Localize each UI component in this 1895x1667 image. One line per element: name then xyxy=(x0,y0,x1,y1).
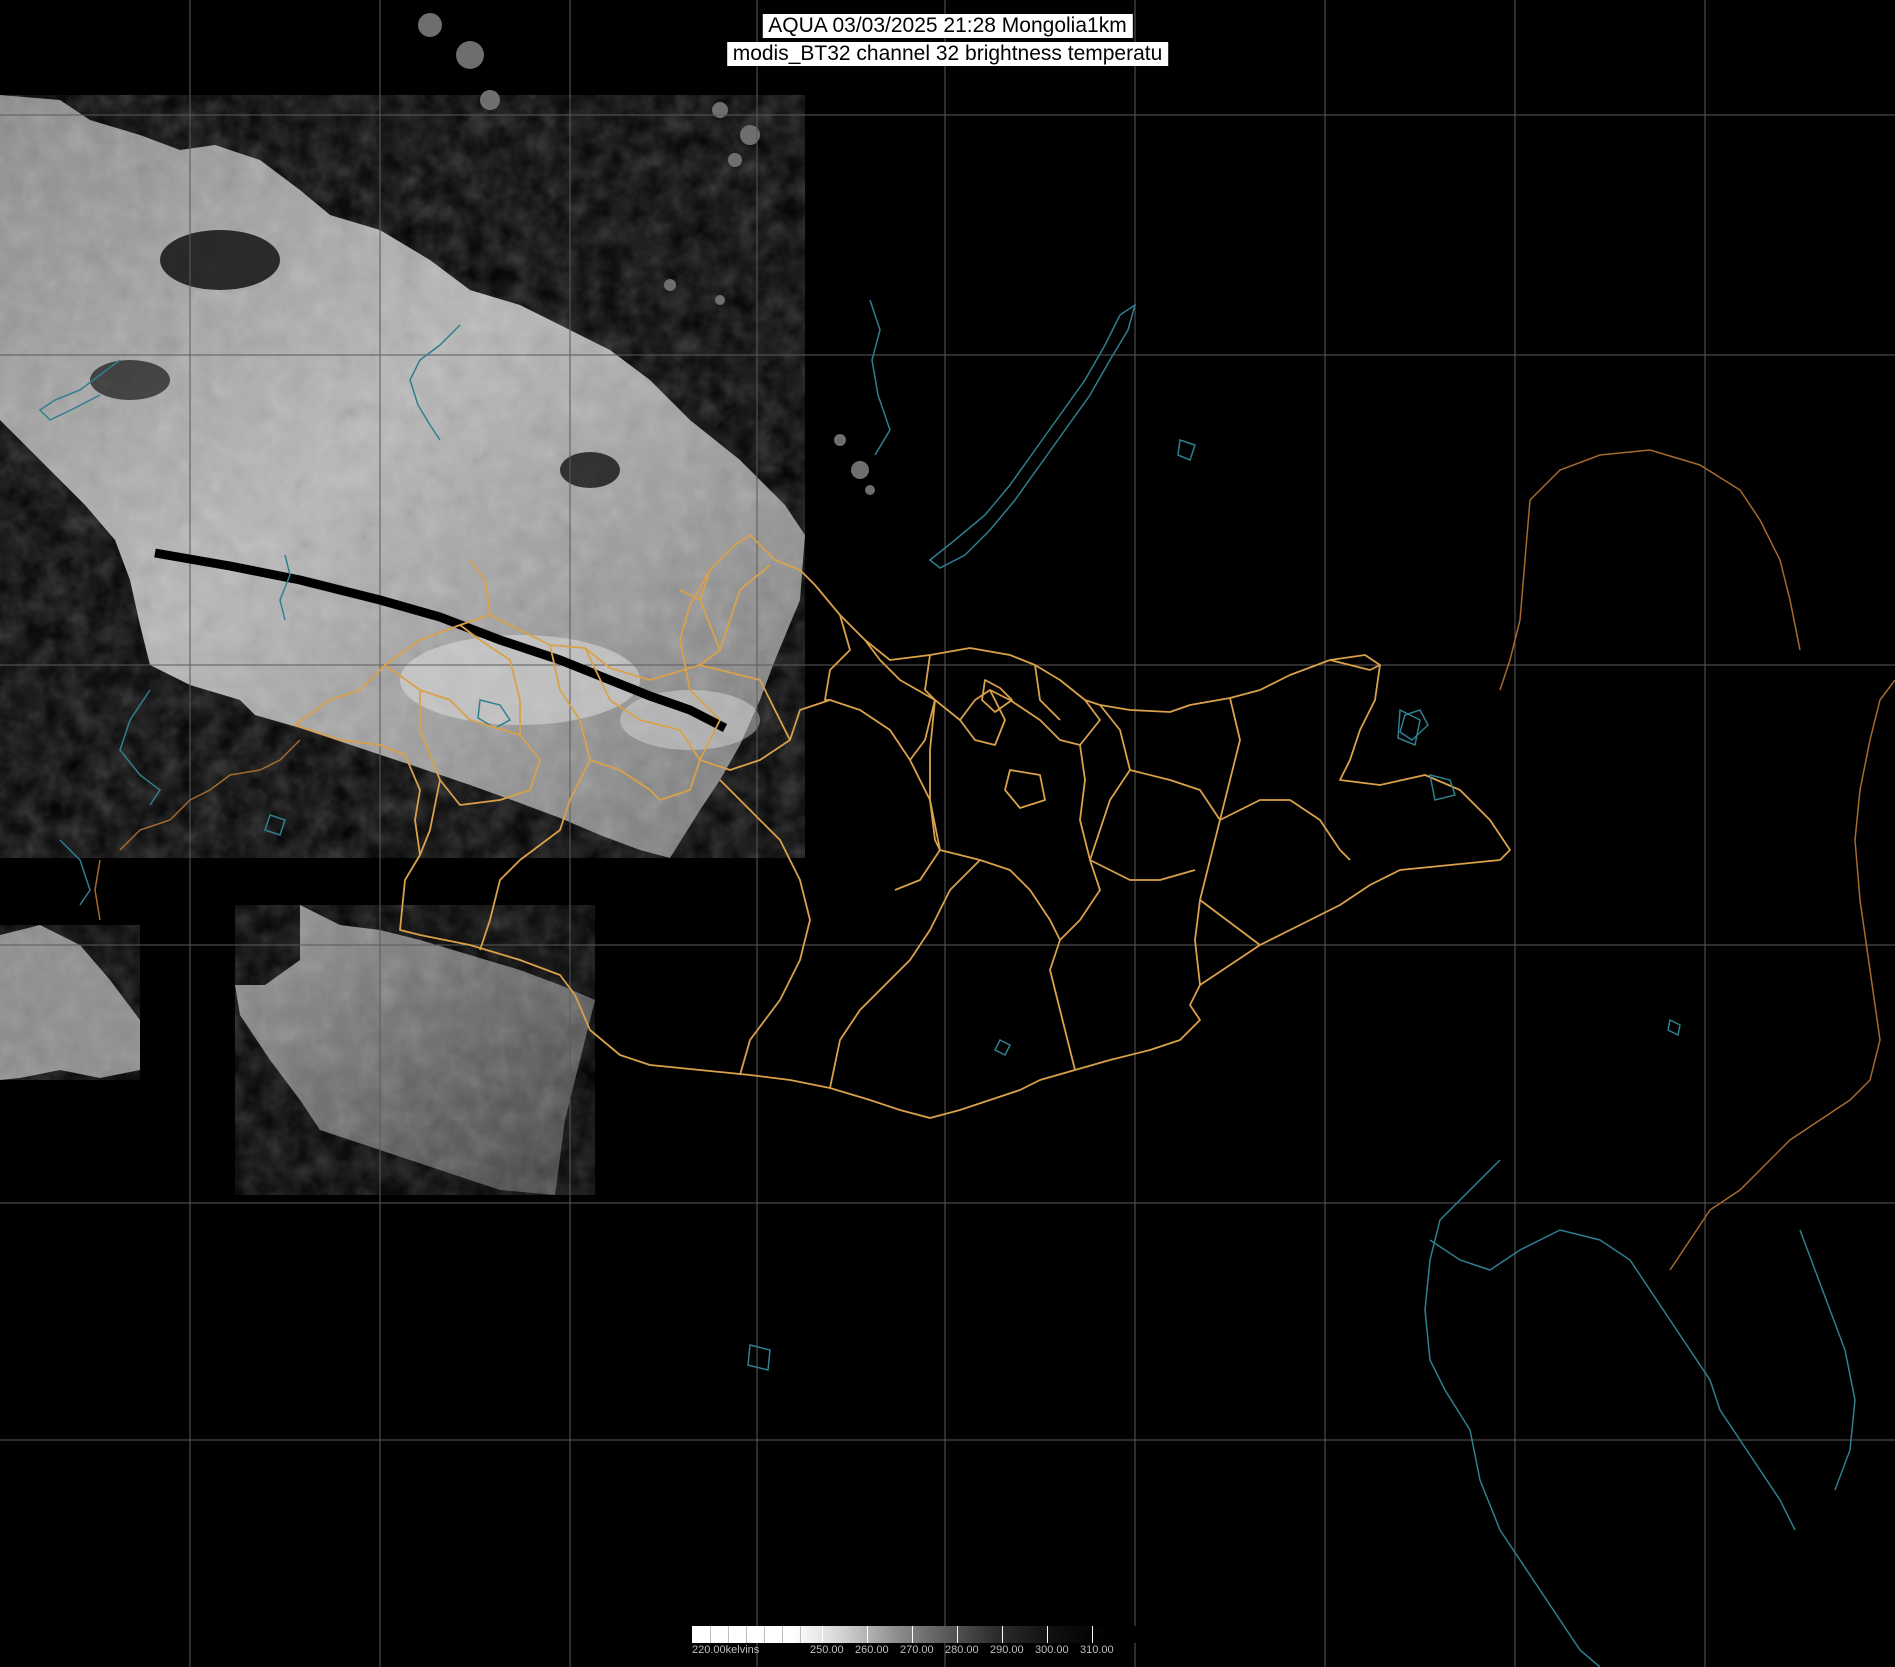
colorbar-tick-mark xyxy=(1047,1626,1048,1643)
swath-west-patch-texture xyxy=(0,925,140,1080)
province-line-17 xyxy=(1089,704,1131,861)
colorbar: 220.00kelvins 250.00 260.00 270.00 280.00 29… xyxy=(692,1626,1200,1656)
coast-west-2 xyxy=(59,839,91,906)
map-title-line-2: modis_BT32 channel 32 brightness tempera… xyxy=(726,42,1169,66)
colorbar-minor-tick xyxy=(710,1626,711,1643)
colorbar-tick-label: 250.00 xyxy=(810,1644,844,1656)
colorbar-tick-mark xyxy=(1092,1626,1093,1643)
colorbar-tick-mark xyxy=(1002,1626,1003,1643)
province-line-22 xyxy=(1199,899,1261,946)
swath-dark-area-3 xyxy=(560,452,620,488)
swath-dark-area xyxy=(160,230,280,290)
coast-korea-east xyxy=(1799,1229,1856,1491)
colorbar-tick-label: 260.00 xyxy=(855,1644,889,1656)
coast-bohai xyxy=(1429,1229,1796,1531)
colorbar-tick-mark xyxy=(867,1626,868,1643)
colorbar-minor-tick xyxy=(728,1626,729,1643)
colorbar-tick-label: 290.00 xyxy=(990,1644,1024,1656)
province-line-28 xyxy=(1004,769,1046,809)
border-east xyxy=(1499,449,1895,1271)
province-line-14 xyxy=(1049,744,1101,1071)
colorbar-tick-mark xyxy=(957,1626,958,1643)
map-canvas xyxy=(0,0,1895,1667)
colorbar-tick-mark xyxy=(822,1626,823,1643)
river-north xyxy=(869,299,891,456)
province-line-9 xyxy=(719,779,811,1076)
colorbar-minor-tick xyxy=(800,1626,801,1643)
swath-dark-area-2 xyxy=(90,360,170,400)
colorbar-tick-label: 280.00 xyxy=(945,1644,979,1656)
colorbar-minor-tick xyxy=(746,1626,747,1643)
eastern-lakes xyxy=(1399,709,1456,801)
province-line-23 xyxy=(1089,859,1196,881)
colorbar-tick-mark xyxy=(912,1626,913,1643)
province-line-19 xyxy=(1219,799,1351,861)
colorbar-tick-label: 300.00 xyxy=(1035,1644,1069,1656)
province-line-20 xyxy=(1219,697,1241,821)
province-line-29 xyxy=(981,679,1013,713)
province-line-18 xyxy=(1129,769,1221,986)
lake-baikal xyxy=(928,303,1137,569)
colorbar-ramp xyxy=(692,1626,1200,1643)
border-west xyxy=(94,739,301,921)
colorbar-tick-label: 310.00 xyxy=(1080,1644,1114,1656)
province-line-16 xyxy=(829,859,981,1089)
province-line-15 xyxy=(929,699,1061,941)
coast-korea xyxy=(1424,1159,1601,1667)
colorbar-unit-label: 220.00kelvins xyxy=(692,1644,760,1656)
colorbar-minor-tick xyxy=(782,1626,783,1643)
coast-west-1 xyxy=(119,689,162,806)
satellite-swath xyxy=(0,13,875,1195)
swath-lower-texture xyxy=(235,905,595,1195)
map-title-line-1: AQUA 03/03/2025 21:28 Mongolia1km xyxy=(762,14,1133,38)
province-line-8 xyxy=(824,614,851,701)
colorbar-minor-tick xyxy=(764,1626,765,1643)
colorbar-tick-label: 270.00 xyxy=(900,1644,934,1656)
